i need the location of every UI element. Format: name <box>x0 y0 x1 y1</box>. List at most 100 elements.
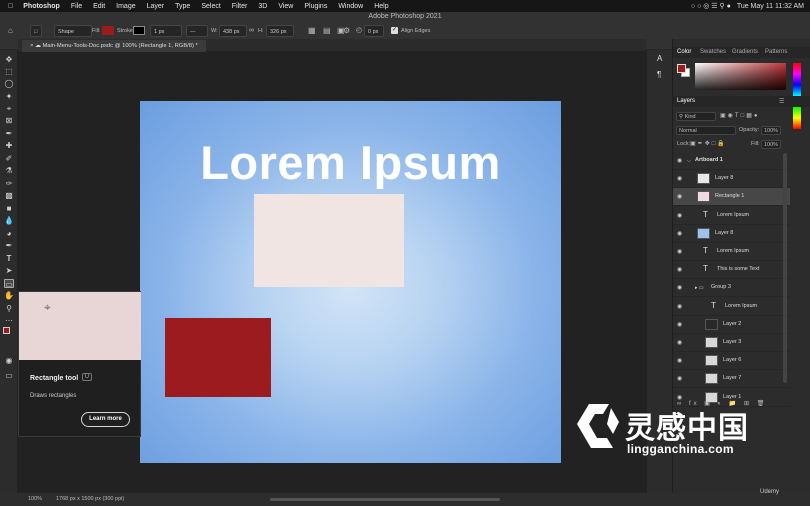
quick-mask-icon[interactable]: ◉ <box>4 356 14 365</box>
eye-icon[interactable]: ◉ <box>677 303 682 310</box>
character-panel-icon[interactable]: A <box>657 54 662 63</box>
layer-row[interactable]: ◉ Layer 8 <box>673 225 790 243</box>
close-icon[interactable]: × <box>30 43 33 49</box>
link-icon[interactable]: ∞ <box>249 25 254 37</box>
layer-row[interactable]: ◉ Layer 7 <box>673 370 790 389</box>
mode-select[interactable]: Shape <box>54 25 92 37</box>
layer-row[interactable]: ◉ T Lorem Ipsum <box>673 243 790 261</box>
hand-tool-icon[interactable]: ✋ <box>4 291 14 300</box>
fill-swatch[interactable] <box>102 26 114 35</box>
menu-view[interactable]: View <box>278 3 293 10</box>
eye-icon[interactable]: ◉ <box>677 321 682 328</box>
clock[interactable]: Tue May 11 11:32 AM <box>737 3 804 10</box>
foreground-color-swatch[interactable] <box>3 327 10 334</box>
blend-mode-select[interactable]: Normal <box>676 126 736 135</box>
eye-icon[interactable]: ◉ <box>677 357 682 364</box>
pink-rectangle[interactable] <box>254 194 404 287</box>
tab-patterns[interactable]: Patterns <box>765 49 787 55</box>
paragraph-panel-icon[interactable]: ¶ <box>657 70 661 79</box>
menu-plugins[interactable]: Plugins <box>304 3 327 10</box>
home-icon[interactable]: ⌂ <box>8 25 13 37</box>
layer-row[interactable]: ◉ Layer 3 <box>673 334 790 352</box>
menu-edit[interactable]: Edit <box>93 3 105 10</box>
artboard-heading[interactable]: Lorem Ipsum <box>140 135 561 190</box>
layer-row[interactable]: ◉ Layer 2 <box>673 316 790 334</box>
eraser-tool-icon[interactable]: ▩ <box>4 191 14 200</box>
eye-icon[interactable]: ◉ <box>677 212 682 219</box>
menu-help[interactable]: Help <box>374 3 388 10</box>
healing-tool-icon[interactable]: ✚ <box>4 141 14 150</box>
frame-tool-icon[interactable]: ⊠ <box>4 116 14 125</box>
stroke-type-select[interactable]: — <box>186 25 208 37</box>
move-tool-icon[interactable]: ✥ <box>4 55 14 64</box>
eye-icon[interactable]: ◉ <box>677 375 682 382</box>
align-icon[interactable]: ▤ <box>323 25 331 37</box>
panel-menu-icon[interactable]: ☰ <box>779 98 784 105</box>
dodge-tool-icon[interactable]: ◕ <box>4 229 14 238</box>
align-edges-checkbox[interactable]: ✓ <box>391 27 398 34</box>
learn-more-button[interactable]: Learn more <box>81 412 130 427</box>
height-input[interactable]: 326 px <box>266 25 294 37</box>
eye-icon[interactable]: ◉ <box>677 157 682 164</box>
layer-row[interactable]: ◉ T Lorem Ipsum <box>673 207 790 225</box>
tab-swatches[interactable]: Swatches <box>700 49 726 55</box>
stamp-tool-icon[interactable]: ⚗ <box>4 166 14 175</box>
marquee-tool-icon[interactable]: ⬚ <box>4 67 14 76</box>
corner-radius-input[interactable]: 0 px <box>364 25 384 37</box>
brush-tool-icon[interactable]: ✐ <box>4 154 14 163</box>
zoom-tool-icon[interactable]: ⚲ <box>4 304 14 313</box>
layers-scrollbar[interactable] <box>783 153 787 383</box>
tab-layers[interactable]: Layers <box>677 98 695 104</box>
apple-icon[interactable]:  <box>8 3 13 10</box>
layer-row[interactable]: ◉ ⌵ Artboard 1 <box>673 152 790 170</box>
eye-icon[interactable]: ◉ <box>677 193 682 200</box>
tab-gradients[interactable]: Gradients <box>732 49 758 55</box>
lock-icons[interactable]: ▣✒✥□🔒 <box>690 140 727 147</box>
width-input[interactable]: 438 px <box>219 25 247 37</box>
color-picker-field[interactable] <box>695 63 786 90</box>
eye-icon[interactable]: ◉ <box>677 248 682 255</box>
layer-row[interactable]: ◉ T Lorem Ipsum <box>673 298 790 316</box>
stroke-width-input[interactable]: 1 px <box>150 25 182 37</box>
tab-color[interactable]: Color <box>677 49 691 55</box>
path-ops-icon[interactable]: ▦ <box>308 25 316 37</box>
menu-type[interactable]: Type <box>175 3 190 10</box>
zoom-level[interactable]: 100% <box>28 496 42 502</box>
filter-icons[interactable]: ▣◉T□▦● <box>720 112 760 119</box>
lasso-tool-icon[interactable]: ◯ <box>4 79 14 88</box>
fill-input[interactable]: 100% <box>761 140 781 149</box>
pen-tool-icon[interactable]: ✒ <box>4 241 14 250</box>
menu-image[interactable]: Image <box>116 3 135 10</box>
menu-3d[interactable]: 3D <box>258 3 267 10</box>
document-tab[interactable]: × ☁ Main-Menu-Tools-Doc.psdc @ 100% (Rec… <box>22 40 206 52</box>
menu-filter[interactable]: Filter <box>232 3 248 10</box>
status-icons[interactable]: ○ ○ ◎ ☰ ⚲ ● <box>691 2 731 10</box>
blur-tool-icon[interactable]: 💧 <box>4 216 14 225</box>
menu-file[interactable]: File <box>71 3 82 10</box>
opacity-input[interactable]: 100% <box>761 126 781 135</box>
layer-row[interactable]: ◉ T This is some Text <box>673 261 790 280</box>
layer-row[interactable]: ◉ Layer 6 <box>673 352 790 371</box>
gear-icon[interactable]: ⚙ <box>343 25 350 37</box>
menu-photoshop[interactable]: Photoshop <box>23 3 60 10</box>
chevron-down-icon[interactable]: ⌵ <box>687 158 691 164</box>
layer-row[interactable]: ◉ Layer 8 <box>673 170 790 189</box>
quick-select-tool-icon[interactable]: ✦ <box>4 92 14 101</box>
rectangle-tool-icon[interactable]: ▭ <box>4 279 14 289</box>
screen-mode-icon[interactable]: ▭ <box>4 371 14 380</box>
layer-row[interactable]: ◉ ▸ ▭ Group 3 <box>673 279 790 298</box>
eye-icon[interactable]: ◉ <box>677 284 682 291</box>
menu-layer[interactable]: Layer <box>147 3 165 10</box>
more-tools-icon[interactable]: ⋯ <box>4 316 14 325</box>
eye-icon[interactable]: ◉ <box>677 339 682 346</box>
stroke-swatch[interactable] <box>133 26 145 35</box>
menu-window[interactable]: Window <box>338 3 363 10</box>
layer-row[interactable]: ◉ Rectangle 1 <box>673 188 790 207</box>
crop-tool-icon[interactable]: ⌖ <box>4 104 14 113</box>
filter-kind-select[interactable]: ⚲ Kind <box>676 112 716 121</box>
eyedropper-tool-icon[interactable]: ✒ <box>4 129 14 138</box>
red-rectangle[interactable] <box>165 318 271 397</box>
eye-icon[interactable]: ◉ <box>677 266 682 273</box>
menu-select[interactable]: Select <box>201 3 220 10</box>
type-tool-icon[interactable]: T <box>4 254 14 263</box>
